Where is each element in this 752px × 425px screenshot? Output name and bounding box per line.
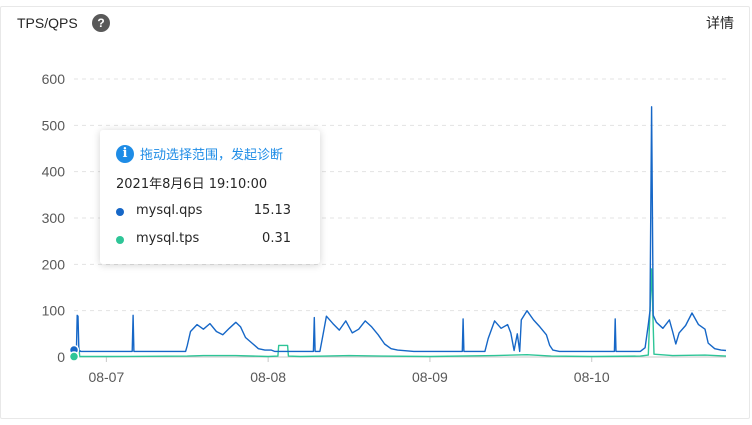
y-tick-label: 500 [42,117,66,133]
series-marker-qps [116,208,124,216]
x-tick-label: 08-08 [250,369,286,385]
y-tick-label: 600 [42,71,66,87]
y-tick-label: 200 [42,256,66,272]
series-marker-tps [116,236,124,244]
y-tick-label: 100 [42,303,66,319]
series-value: 0.31 [262,231,291,246]
y-tick-label: 300 [42,210,66,226]
y-tick-label: 0 [57,349,65,365]
series-name: mysql.tps [136,231,200,246]
tooltip-timestamp: 2021年8月6日 19:10:00 [116,177,268,192]
x-tick-label: 08-10 [574,369,610,385]
x-tick-label: 08-07 [88,369,124,385]
info-icon: i [116,144,134,163]
diagnose-action[interactable]: i 拖动选择范围，发起诊断 [116,144,283,163]
series-line-mysql-tps [74,268,727,358]
tooltip-row-tps: mysql.tps 0.31 [116,230,306,250]
tooltip-row-qps: mysql.qps 15.13 [116,202,306,222]
y-tick-label: 400 [42,164,66,180]
hover-point-mysql-tps [68,351,80,362]
x-tick-label: 08-09 [412,369,448,385]
chart-tooltip: i 拖动选择范围，发起诊断 2021年8月6日 19:10:00 mysql.q… [100,130,320,264]
series-name: mysql.qps [136,203,203,218]
diagnose-link[interactable]: 拖动选择范围，发起诊断 [140,144,283,163]
series-value: 15.13 [253,203,291,218]
